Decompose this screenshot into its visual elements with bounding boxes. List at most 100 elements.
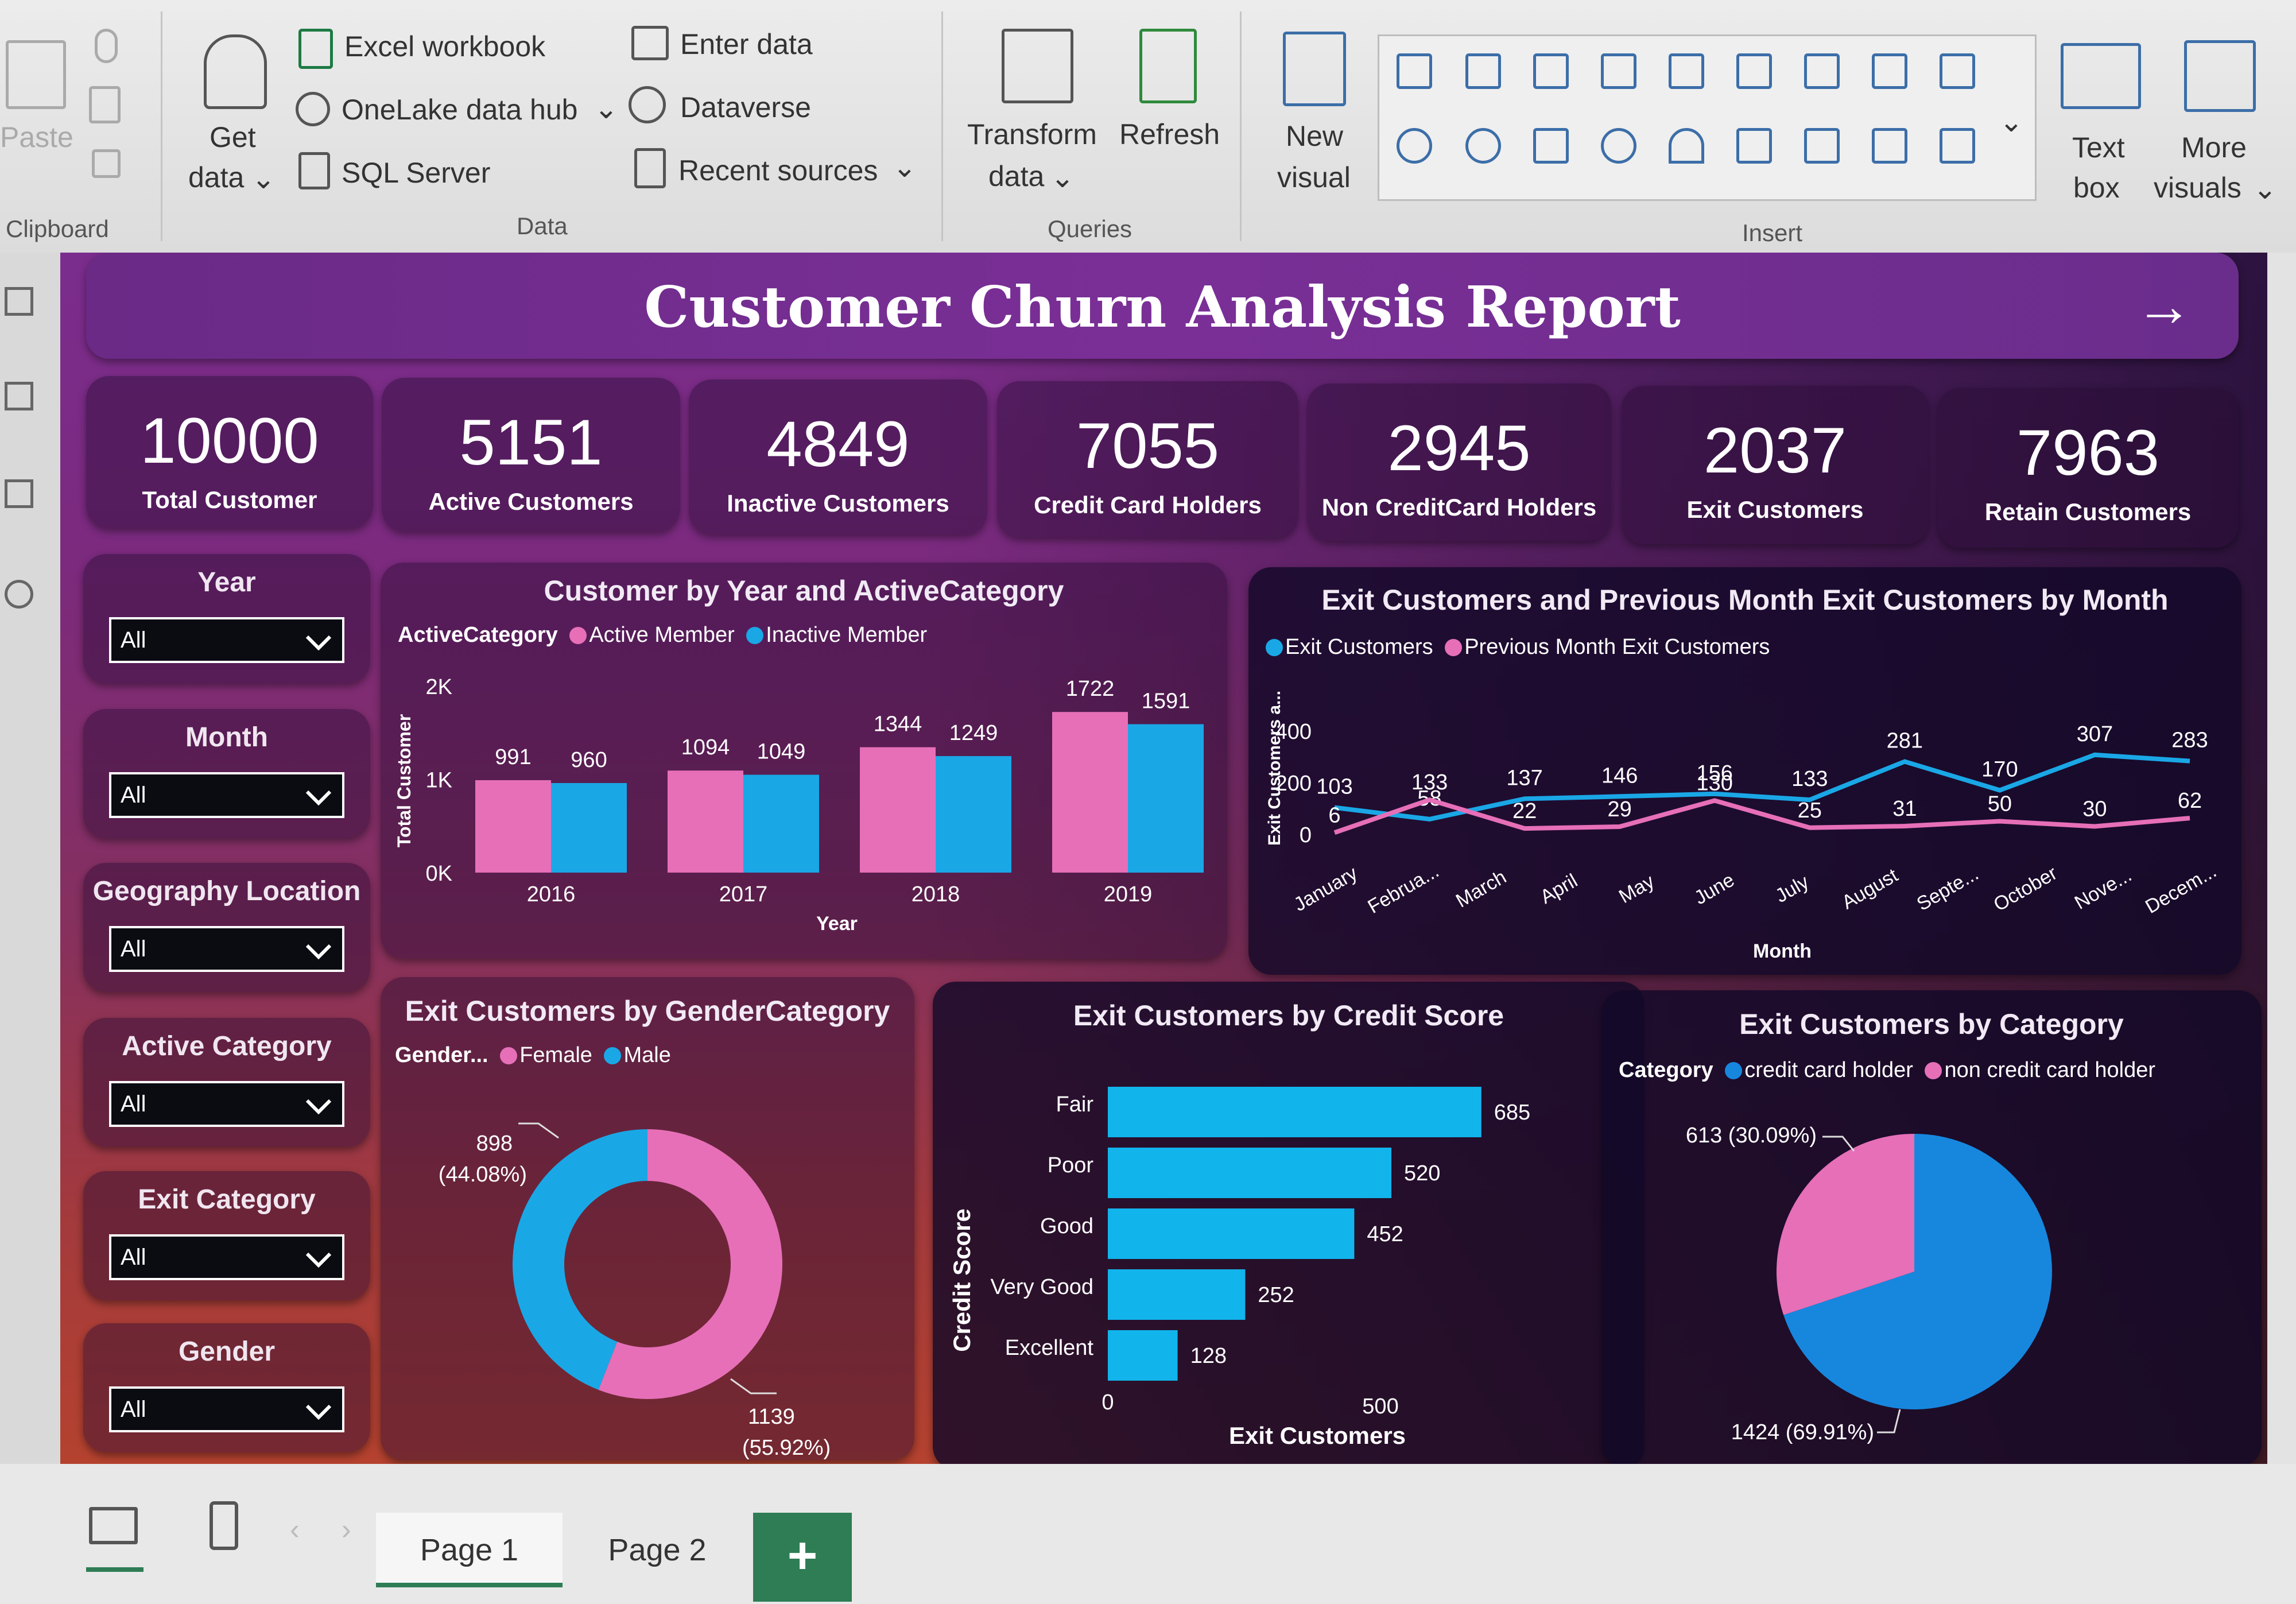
report-view-icon[interactable] (5, 287, 33, 316)
table-visual-icon[interactable] (1872, 128, 1907, 164)
stacked-bar-icon[interactable] (1397, 53, 1432, 89)
treemap-icon[interactable] (1533, 128, 1569, 164)
chart-exit-by-month[interactable]: Exit Customers and Previous Month Exit C… (1248, 567, 2241, 975)
active-category-dropdown[interactable]: All (109, 1081, 344, 1127)
data-label: 1591 (1142, 689, 1190, 713)
slicer-exit-category[interactable]: Exit Category All (83, 1171, 370, 1300)
dataverse-button[interactable]: Dataverse (680, 91, 811, 124)
chevron-down-icon[interactable]: ⌄ (893, 150, 917, 184)
matrix-icon[interactable] (1940, 128, 1975, 164)
data-label: 6 (1328, 803, 1340, 827)
dataverse-icon[interactable] (629, 86, 666, 123)
more-visuals-icon[interactable] (2184, 40, 2256, 112)
geography-dropdown[interactable]: All (109, 926, 344, 972)
combo-chart-icon[interactable] (1736, 53, 1772, 89)
slicer-active-category[interactable]: Active Category All (83, 1018, 370, 1147)
clustered-column-icon[interactable] (1465, 53, 1501, 89)
text-box-label[interactable]: Text (2072, 131, 2125, 164)
clustered-bar-icon[interactable] (1533, 53, 1569, 89)
transform-data-label-2[interactable]: data (988, 160, 1044, 193)
gender-dropdown[interactable]: All (109, 1386, 344, 1432)
chart-exit-by-gender[interactable]: Exit Customers by GenderCategory Gender.… (381, 977, 914, 1460)
dax-query-view-icon[interactable] (5, 580, 33, 609)
month-dropdown[interactable]: All (109, 772, 344, 818)
column-chart-icon[interactable] (1601, 53, 1636, 89)
onelake-icon[interactable] (296, 92, 330, 126)
chevron-down-icon[interactable]: ⌄ (2253, 172, 2277, 206)
arrow-right-icon[interactable]: → (2135, 273, 2193, 339)
desktop-view-icon[interactable] (89, 1507, 138, 1544)
copy-icon[interactable] (89, 86, 121, 123)
format-painter-icon[interactable] (92, 149, 121, 178)
data-label: 62 (2178, 789, 2202, 813)
filters-pane-edge[interactable] (2267, 253, 2296, 1464)
area-chart-icon[interactable] (1872, 53, 1907, 89)
table-view-icon[interactable] (5, 382, 33, 410)
credit-score-bar-chart: Fair 685 Poor 520 Good 452 Very Good 252 Excelle… (948, 1087, 1530, 1449)
chevron-down-icon[interactable]: ⌄ (251, 162, 276, 195)
onelake-data-hub-button[interactable]: OneLake data hub (342, 93, 577, 126)
transform-data-label[interactable]: Transform (967, 118, 1097, 151)
chart-customer-by-year[interactable]: Customer by Year and ActiveCategory Acti… (381, 563, 1227, 959)
tab-page-2[interactable]: Page 2 (574, 1513, 740, 1587)
new-visual-label-2[interactable]: visual (1277, 161, 1351, 194)
chevron-right-icon[interactable]: › (342, 1513, 351, 1546)
chevron-down-icon[interactable]: ⌄ (1050, 161, 1075, 194)
x-tick-label: October (1990, 862, 2061, 916)
chevron-down-icon[interactable]: ⌄ (1999, 105, 2023, 138)
chevron-left-icon[interactable]: ‹ (290, 1513, 300, 1546)
new-visual-label[interactable]: New (1286, 119, 1343, 153)
slicer-gender[interactable]: Gender All (83, 1323, 370, 1452)
get-data-label-2[interactable]: data (188, 161, 244, 194)
transform-data-icon[interactable] (1002, 29, 1073, 103)
card-icon[interactable] (1736, 128, 1772, 164)
visuals-gallery[interactable]: ⌄ (1378, 34, 2037, 201)
paste-icon[interactable] (6, 40, 66, 109)
tab-page-1[interactable]: Page 1 (376, 1513, 563, 1587)
table-icon[interactable] (631, 26, 669, 60)
refresh-icon[interactable] (1139, 29, 1197, 103)
refresh-button[interactable]: Refresh (1119, 118, 1220, 151)
add-page-button[interactable]: + (753, 1513, 852, 1602)
slicer-month[interactable]: Month All (83, 709, 370, 838)
cut-icon[interactable] (95, 29, 118, 63)
data-label: 170 (1981, 758, 2018, 782)
sql-server-icon[interactable] (298, 152, 330, 189)
recent-sources-button[interactable]: Recent sources (678, 154, 878, 187)
ribbon-chart-icon[interactable] (1669, 53, 1704, 89)
get-data-label[interactable]: Get (210, 121, 256, 154)
map-icon[interactable] (1601, 128, 1636, 164)
multi-row-card-icon[interactable] (1804, 128, 1840, 164)
chart-exit-by-category[interactable]: Exit Customers by Category Category cred… (1601, 990, 2262, 1464)
chevron-down-icon[interactable]: ⌄ (594, 92, 618, 125)
pie-chart-icon[interactable] (1397, 128, 1432, 164)
exit-category-dropdown[interactable]: All (109, 1234, 344, 1280)
slicer-year[interactable]: Year All (83, 554, 370, 683)
chevron-down-icon (305, 790, 332, 806)
text-box-label-2[interactable]: box (2073, 171, 2120, 204)
recent-sources-icon[interactable] (634, 148, 666, 188)
kpi-value: 10000 (140, 405, 319, 476)
text-box-icon[interactable] (2061, 43, 2141, 109)
excel-workbook-button[interactable]: Excel workbook (344, 30, 545, 63)
slicer-geography-location[interactable]: Geography Location All (83, 863, 370, 992)
title-banner: Customer Churn Analysis Report → (86, 253, 2239, 359)
funnel-icon[interactable] (1940, 53, 1975, 89)
mobile-view-icon[interactable] (210, 1501, 238, 1550)
excel-icon[interactable] (298, 29, 333, 69)
chart-exit-by-credit-score[interactable]: Exit Customers by Credit Score Fair 685 Po… (933, 982, 1645, 1464)
model-view-icon[interactable] (5, 479, 33, 508)
line-chart-icon[interactable] (1804, 53, 1840, 89)
donut-chart-icon[interactable] (1465, 128, 1501, 164)
new-visual-icon[interactable] (1283, 32, 1346, 106)
database-icon[interactable] (204, 34, 267, 109)
year-dropdown[interactable]: All (109, 617, 344, 663)
gauge-icon[interactable] (1669, 128, 1704, 164)
leader-line (730, 1378, 777, 1394)
sql-server-button[interactable]: SQL Server (342, 156, 490, 189)
enter-data-button[interactable]: Enter data (680, 28, 813, 61)
more-visuals-label-2[interactable]: visuals (2154, 171, 2241, 204)
paste-button[interactable]: Paste (0, 121, 73, 154)
leader-line (1822, 1136, 1855, 1152)
more-visuals-label[interactable]: More (2181, 131, 2247, 164)
